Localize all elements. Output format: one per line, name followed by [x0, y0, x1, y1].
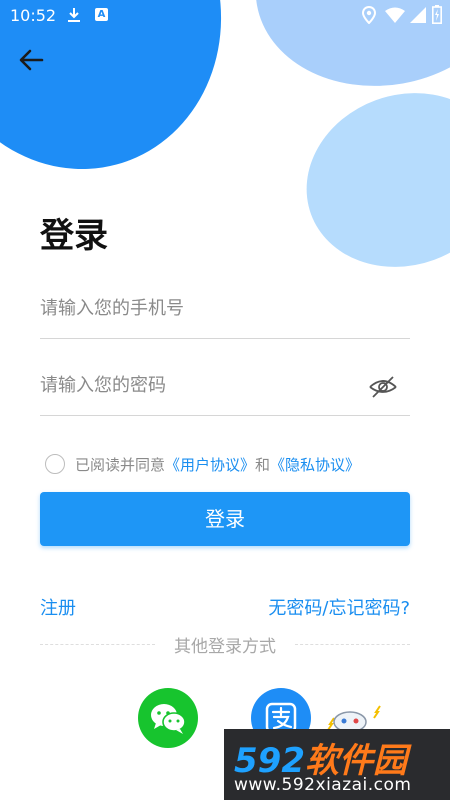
- forgot-password-link[interactable]: 无密码/忘记密码?: [268, 594, 410, 620]
- signal-icon: [410, 7, 426, 23]
- battery-icon: [432, 5, 442, 24]
- wechat-login-button[interactable]: [138, 688, 198, 748]
- wechat-icon: [151, 704, 186, 734]
- agreement-row: 已阅读并同意 《用户协议》 和 《隐私协议》: [45, 452, 360, 476]
- agreement-prefix: 已阅读并同意: [75, 455, 166, 474]
- download-icon: [68, 8, 80, 22]
- background-blob-primary: [0, 0, 257, 203]
- watermark-url: www.592xiazai.com: [234, 775, 412, 795]
- location-icon: [362, 6, 376, 24]
- agreement-checkbox[interactable]: [45, 454, 65, 474]
- divider-line-right: [295, 644, 410, 645]
- password-input[interactable]: [40, 365, 360, 405]
- password-field: [40, 365, 410, 416]
- password-visibility-toggle[interactable]: [368, 375, 398, 399]
- status-time: 10:52: [10, 6, 57, 25]
- wifi-icon: [385, 7, 405, 23]
- register-link[interactable]: 注册: [40, 594, 76, 620]
- page-title: 登录: [40, 216, 108, 256]
- other-login-divider: 其他登录方式: [40, 632, 410, 657]
- watermark-banner: 592软件园 www.592xiazai.com: [224, 729, 450, 800]
- login-button[interactable]: 登录: [40, 492, 410, 546]
- status-bar: 10:52 A: [0, 0, 450, 30]
- phone-input[interactable]: [40, 288, 360, 328]
- a-badge-icon: A: [95, 8, 108, 21]
- phone-field: [40, 288, 410, 339]
- background-blob-light-right: [281, 65, 450, 295]
- eye-off-icon: [369, 376, 397, 398]
- privacy-policy-link[interactable]: 《隐私协议》: [270, 454, 360, 475]
- back-button[interactable]: [16, 44, 48, 76]
- agreement-and: 和: [255, 455, 271, 474]
- user-agreement-link[interactable]: 《用户协议》: [165, 454, 255, 475]
- arrow-left-icon: [19, 49, 44, 71]
